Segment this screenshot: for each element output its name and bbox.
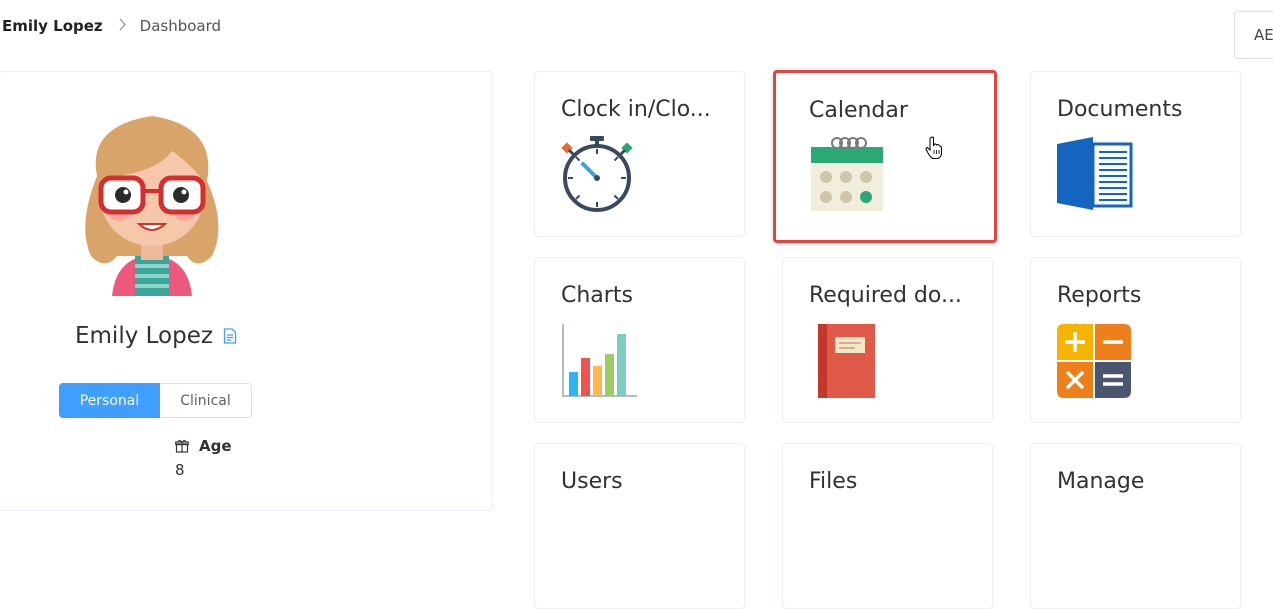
- card-title: Documents: [1057, 97, 1183, 122]
- hand-pointer-cursor-icon: [925, 136, 943, 164]
- card-title: Clock in/Clo...: [561, 97, 711, 122]
- breadcrumb-current-page: Dashboard: [139, 17, 222, 35]
- breadcrumb-separator-icon: [118, 18, 127, 35]
- top-right-button[interactable]: AE: [1234, 11, 1273, 59]
- top-right-button-label: AE: [1254, 26, 1273, 44]
- card-charts[interactable]: Charts: [534, 257, 745, 423]
- card-title: Files: [809, 469, 858, 494]
- profile-panel: Emily Lopez Personal Clinical Age 8: [0, 71, 493, 511]
- breadcrumb-user[interactable]: Emily Lopez: [2, 17, 103, 35]
- calculator-icon: [1056, 323, 1132, 403]
- age-label-text: Age: [199, 437, 232, 455]
- card-title: Calendar: [809, 98, 908, 123]
- age-value: 8: [175, 461, 185, 479]
- profile-name: Emily Lopez: [75, 323, 237, 349]
- card-title: Reports: [1057, 283, 1142, 308]
- card-calendar[interactable]: Calendar: [773, 70, 997, 243]
- tab-clinical[interactable]: Clinical: [160, 383, 252, 418]
- avatar: [77, 106, 227, 296]
- breadcrumb: Emily Lopez Dashboard: [2, 15, 221, 37]
- card-title: Users: [561, 469, 623, 494]
- profile-tabs: Personal Clinical: [59, 383, 252, 418]
- notebook-icon: [817, 323, 877, 403]
- card-title: Required do...: [809, 283, 962, 308]
- card-title: Manage: [1057, 469, 1145, 494]
- card-clock-in[interactable]: Clock in/Clo...: [534, 71, 745, 237]
- card-reports[interactable]: Reports: [1030, 257, 1241, 423]
- age-label: Age: [175, 437, 232, 455]
- card-required-documents[interactable]: Required do...: [782, 257, 993, 423]
- gift-icon: [175, 439, 189, 453]
- card-title: Charts: [561, 283, 633, 308]
- documents-icon: [1055, 134, 1135, 216]
- card-users[interactable]: Users: [534, 443, 745, 609]
- calendar-icon: [809, 135, 885, 217]
- bar-chart-icon: [559, 320, 639, 404]
- card-files[interactable]: Files: [782, 443, 993, 609]
- profile-name-text: Emily Lopez: [75, 323, 213, 349]
- tab-personal[interactable]: Personal: [59, 383, 160, 418]
- card-manage[interactable]: Manage: [1030, 443, 1241, 609]
- card-documents[interactable]: Documents: [1030, 71, 1241, 237]
- stopwatch-icon: [559, 134, 639, 218]
- document-icon[interactable]: [223, 328, 237, 344]
